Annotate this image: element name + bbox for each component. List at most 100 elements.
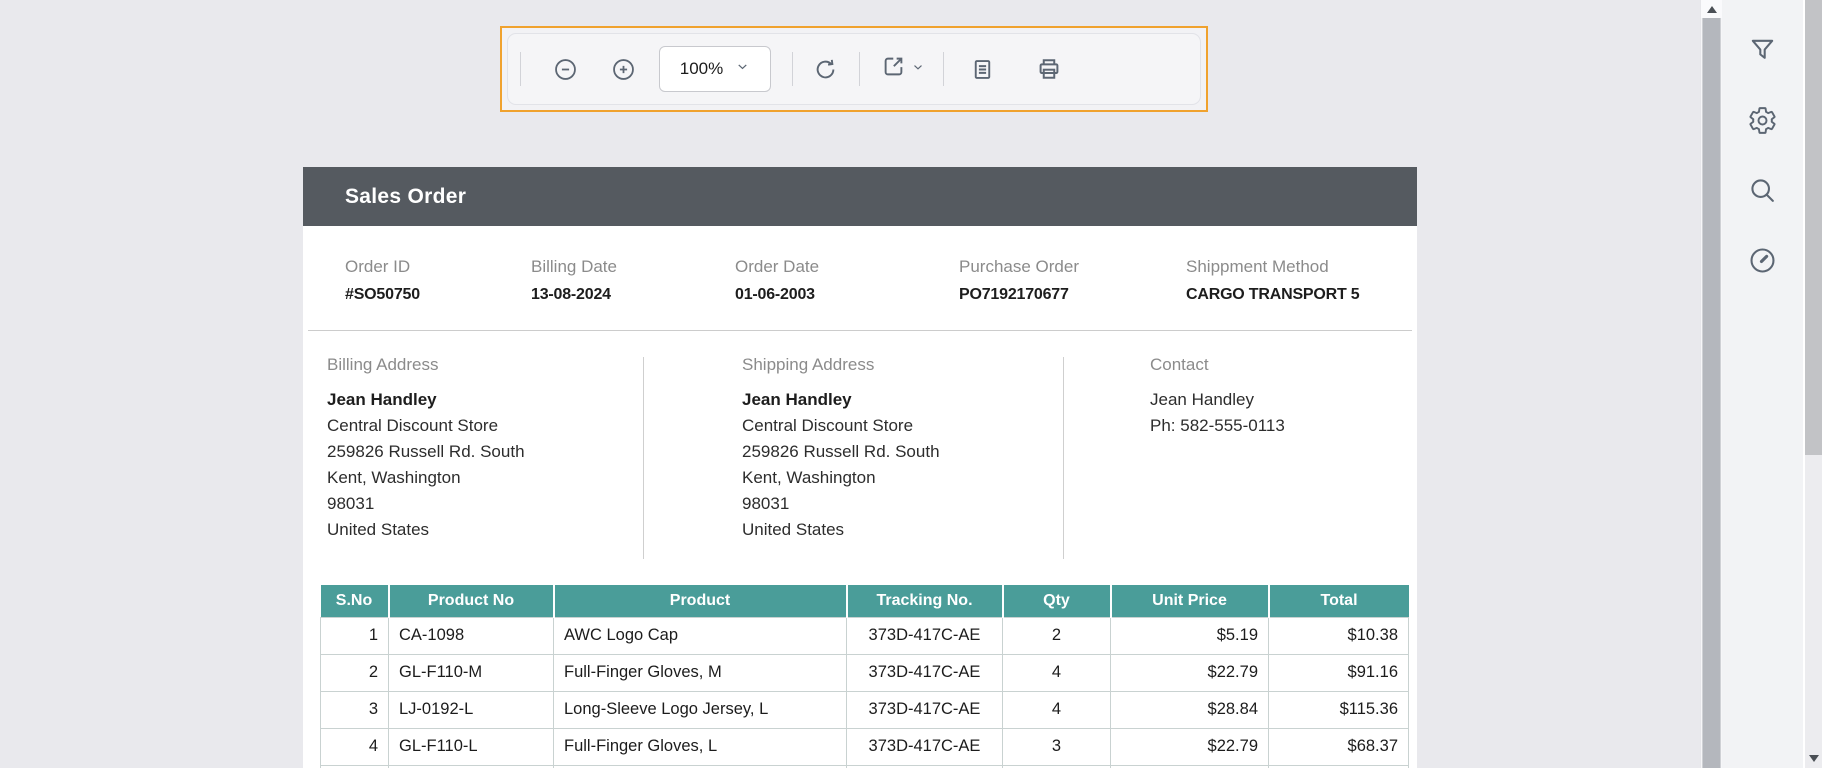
order-items-table: S.No Product No Product Tracking No. Qty… [320,585,1409,768]
shipping-address-label: Shipping Address [742,355,1063,375]
header-product: Product [554,585,847,617]
table-row: 4 GL-F110-L Full-Finger Gloves, L 373D-4… [321,728,1409,765]
contact-line: Ph: 582-555-0113 [1150,413,1417,439]
table-row: 3 LJ-0192-L Long-Sleeve Logo Jersey, L 3… [321,691,1409,728]
document-icon [969,56,996,83]
cell-total: $91.16 [1269,654,1409,691]
export-button[interactable] [880,53,925,85]
cell-unit-price: $22.79 [1111,728,1269,765]
zoom-level-select[interactable]: 100% [659,46,771,92]
toolbar-separator [792,52,793,86]
cell-tracking-no: 373D-417C-AE [847,691,1003,728]
header-product-no: Product No [389,585,554,617]
address-divider [643,357,644,559]
header-unit-price: Unit Price [1111,585,1269,617]
cell-sno: 2 [321,654,389,691]
billing-date-value: 13-08-2024 [531,286,735,304]
scroll-up-button[interactable] [1701,0,1722,18]
purchase-order-label: Purchase Order [959,257,1186,277]
cell-unit-price: $22.79 [1111,654,1269,691]
report-title-banner: Sales Order [303,167,1417,226]
order-date-field: Order Date 01-06-2003 [735,257,959,330]
billing-address-line: Central Discount Store [327,413,643,439]
print-button[interactable] [1029,49,1069,89]
billing-address-line: Kent, Washington [327,465,643,491]
zoom-out-button[interactable] [545,49,585,89]
order-id-value: #SO50750 [345,286,531,304]
viewer-scrollbar-thumb[interactable] [1702,18,1721,768]
cell-product-no: LJ-0192-L [389,691,554,728]
shipping-address-block: Shipping Address Jean Handley Central Di… [643,331,1063,585]
header-qty: Qty [1003,585,1111,617]
toolbar-separator [520,52,521,86]
settings-button[interactable] [1746,103,1780,137]
shipping-address-line: Central Discount Store [742,413,1063,439]
filter-icon [1747,35,1778,66]
zoom-in-button[interactable] [603,49,643,89]
chevron-down-icon [911,60,925,79]
performance-button[interactable] [1746,243,1780,277]
cell-total: $10.38 [1269,617,1409,654]
gauge-icon [1747,245,1778,276]
billing-address-label: Billing Address [327,355,643,375]
billing-address-name: Jean Handley [327,387,643,413]
page-scrollbar[interactable] [1805,0,1822,768]
print-icon [1035,55,1063,83]
shipping-address-line: Kent, Washington [742,465,1063,491]
shipping-address-line: 98031 [742,491,1063,517]
triangle-down-icon [1809,755,1819,762]
billing-address-line: 259826 Russell Rd. South [327,439,643,465]
shipping-address-line: United States [742,517,1063,543]
header-tracking-no: Tracking No. [847,585,1003,617]
cell-unit-price: $28.84 [1111,691,1269,728]
shipment-method-label: Shippment Method [1186,257,1360,277]
scroll-down-button[interactable] [1805,748,1822,768]
billing-address-line: United States [327,517,643,543]
toolbar-card: 100% [507,33,1201,105]
toolbar-separator [943,52,944,86]
cell-tracking-no: 373D-417C-AE [847,728,1003,765]
table-row: 1 CA-1098 AWC Logo Cap 373D-417C-AE 2 $5… [321,617,1409,654]
billing-address-block: Billing Address Jean Handley Central Dis… [303,331,643,585]
cell-tracking-no: 373D-417C-AE [847,654,1003,691]
zoom-out-icon [552,56,579,83]
order-date-label: Order Date [735,257,959,277]
order-id-field: Order ID #SO50750 [345,257,531,330]
shipping-address-name: Jean Handley [742,387,1063,413]
cell-qty: 4 [1003,691,1111,728]
cell-sno: 4 [321,728,389,765]
cell-sno: 1 [321,617,389,654]
billing-address-line: 98031 [327,491,643,517]
toolbar-separator [859,52,860,86]
cell-qty: 4 [1003,654,1111,691]
page-scrollbar-thumb[interactable] [1805,0,1822,455]
contact-line: Jean Handley [1150,387,1417,413]
shipment-method-field: Shippment Method CARGO TRANSPORT 5 [1186,257,1360,330]
order-info-row: Order ID #SO50750 Billing Date 13-08-202… [303,226,1417,330]
order-id-label: Order ID [345,257,531,277]
contact-block: Contact Jean Handley Ph: 582-555-0113 [1063,331,1417,585]
cell-total: $68.37 [1269,728,1409,765]
page-setup-button[interactable] [962,49,1002,89]
cell-product-no: GL-F110-L [389,728,554,765]
refresh-button[interactable] [805,49,845,89]
billing-date-field: Billing Date 13-08-2024 [531,257,735,330]
cell-sno: 3 [321,691,389,728]
search-button[interactable] [1746,173,1780,207]
header-sno: S.No [321,585,389,617]
cell-product-no: CA-1098 [389,617,554,654]
shipment-method-value: CARGO TRANSPORT 5 [1186,286,1360,304]
search-icon [1747,175,1778,206]
cell-qty: 3 [1003,728,1111,765]
addresses-section: Billing Address Jean Handley Central Dis… [303,331,1417,585]
order-date-value: 01-06-2003 [735,286,959,304]
billing-date-label: Billing Date [531,257,735,277]
cell-product: AWC Logo Cap [554,617,847,654]
right-icon-sidebar [1722,0,1805,768]
header-total: Total [1269,585,1409,617]
cell-product: Long-Sleeve Logo Jersey, L [554,691,847,728]
viewer-scrollbar[interactable] [1700,0,1722,768]
cell-product: Full-Finger Gloves, M [554,654,847,691]
table-header-row: S.No Product No Product Tracking No. Qty… [321,585,1409,617]
filter-button[interactable] [1746,33,1780,67]
